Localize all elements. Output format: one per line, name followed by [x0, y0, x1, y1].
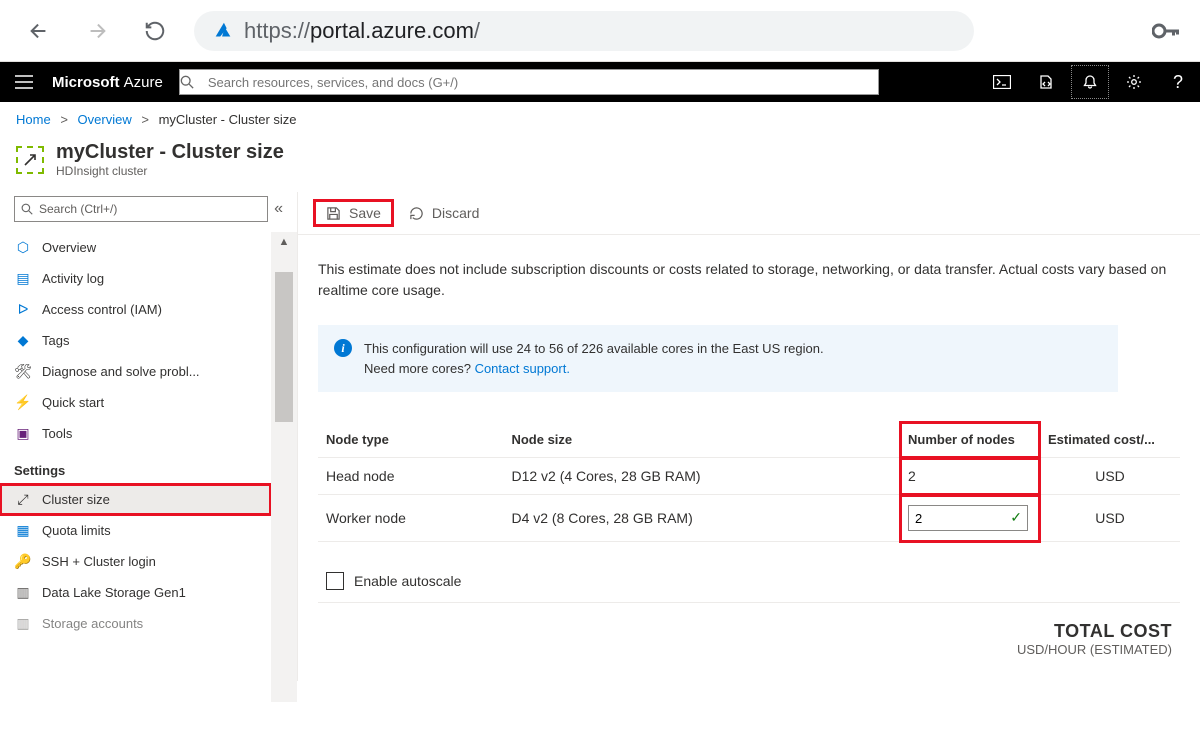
resource-icon — [16, 146, 44, 174]
page-subtitle: HDInsight cluster — [56, 164, 284, 178]
storage-icon: ▥ — [14, 584, 32, 601]
cost-description: This estimate does not include subscript… — [318, 259, 1180, 301]
info-line2-pre: Need more cores? — [364, 361, 475, 376]
save-button[interactable]: Save — [314, 200, 393, 226]
sidebar-item-cluster-size[interactable]: ⤢Cluster size — [0, 484, 271, 515]
menu-button[interactable] — [0, 75, 48, 89]
url-text: https://portal.azure.com/ — [244, 18, 480, 44]
col-number-of-nodes: Number of nodes — [900, 422, 1040, 458]
col-node-size: Node size — [503, 422, 900, 458]
azure-logo-icon — [212, 20, 234, 42]
crumb-current: myCluster - Cluster size — [159, 112, 297, 127]
quota-icon: ▦ — [14, 522, 32, 539]
forward-button[interactable] — [78, 12, 116, 50]
scale-icon: ⤢ — [14, 491, 32, 508]
contact-support-link[interactable]: Contact support. — [475, 361, 570, 376]
url-bar[interactable]: https://portal.azure.com/ — [194, 11, 974, 51]
search-icon — [180, 75, 208, 89]
page-header: myCluster - Cluster size HDInsight clust… — [0, 137, 1200, 192]
notifications-icon[interactable] — [1068, 62, 1112, 102]
sidebar-settings-header: Settings — [0, 449, 297, 484]
nodes-table: Node type Node size Number of nodes Esti… — [318, 422, 1180, 542]
sidebar-item-overview[interactable]: ⬡Overview — [0, 232, 271, 263]
top-actions: ? — [980, 62, 1200, 102]
page-title: myCluster - Cluster size — [56, 141, 284, 164]
tag-icon: ◆ — [14, 332, 32, 349]
sidebar-item-quick-start[interactable]: ⚡Quick start — [0, 387, 271, 418]
col-node-type: Node type — [318, 422, 503, 458]
tools-icon: ▣ — [14, 425, 32, 442]
sidebar-item-quota-limits[interactable]: ▦Quota limits — [0, 515, 271, 546]
sidebar-search-placeholder: Search (Ctrl+/) — [39, 202, 117, 216]
main-content: Save Discard This estimate does not incl… — [298, 192, 1200, 681]
crumb-home[interactable]: Home — [16, 112, 51, 127]
discard-button[interactable]: Discard — [397, 200, 491, 226]
total-cost: TOTAL COST USD/HOUR (ESTIMATED) — [318, 603, 1180, 657]
autoscale-label: Enable autoscale — [354, 573, 461, 589]
collapse-icon[interactable]: « — [274, 200, 283, 218]
directory-icon[interactable] — [1024, 62, 1068, 102]
save-icon — [326, 206, 341, 221]
reload-button[interactable] — [136, 12, 174, 50]
help-icon[interactable]: ? — [1156, 62, 1200, 102]
breadcrumb: Home > Overview > myCluster - Cluster si… — [0, 102, 1200, 137]
table-row-worker-node: Worker node D4 v2 (8 Cores, 28 GB RAM) ✓… — [318, 495, 1180, 542]
iam-icon: ᐅ — [14, 301, 32, 318]
info-line1: This configuration will use 24 to 56 of … — [364, 339, 824, 359]
sidebar-item-diagnose[interactable]: 🛠Diagnose and solve probl... — [0, 356, 271, 387]
azure-topbar: Microsoft Azure ? — [0, 62, 1200, 102]
sidebar-item-tools[interactable]: ▣Tools — [0, 418, 271, 449]
sidebar-item-activity-log[interactable]: ▤Activity log — [0, 263, 271, 294]
sidebar-item-tags[interactable]: ◆Tags — [0, 325, 271, 356]
key-icon[interactable] — [1152, 23, 1180, 39]
cloud-shell-icon[interactable] — [980, 62, 1024, 102]
info-box: i This configuration will use 24 to 56 o… — [318, 325, 1118, 392]
search-icon — [21, 203, 33, 215]
command-bar: Save Discard — [298, 192, 1200, 235]
sidebar-item-access-control[interactable]: ᐅAccess control (IAM) — [0, 294, 271, 325]
lightning-icon: ⚡ — [14, 394, 32, 411]
sidebar: Search (Ctrl+/) « ▲ ⬡Overview ▤Activity … — [0, 192, 298, 681]
table-row-head-node: Head node D12 v2 (4 Cores, 28 GB RAM) 2 … — [318, 458, 1180, 495]
sidebar-item-storage-accounts[interactable]: ▥Storage accounts — [0, 608, 271, 639]
global-search-input[interactable] — [208, 75, 878, 90]
back-button[interactable] — [20, 12, 58, 50]
sidebar-item-data-lake[interactable]: ▥Data Lake Storage Gen1 — [0, 577, 271, 608]
brand: Microsoft Azure — [48, 74, 179, 91]
global-search[interactable] — [179, 69, 879, 95]
autoscale-checkbox[interactable] — [326, 572, 344, 590]
discard-icon — [409, 206, 424, 221]
col-estimated-cost: Estimated cost/... — [1040, 422, 1180, 458]
sidebar-item-ssh[interactable]: 🔑SSH + Cluster login — [0, 546, 271, 577]
browser-toolbar: https://portal.azure.com/ — [0, 0, 1200, 62]
check-icon: ✓ — [1010, 509, 1022, 526]
log-icon: ▤ — [14, 270, 32, 287]
crumb-overview[interactable]: Overview — [78, 112, 132, 127]
storage-icon: ▥ — [14, 615, 32, 632]
sidebar-search[interactable]: Search (Ctrl+/) — [14, 196, 268, 222]
wrench-icon: 🛠 — [14, 363, 32, 380]
settings-icon[interactable] — [1112, 62, 1156, 102]
info-icon: i — [334, 339, 352, 357]
key-icon: 🔑 — [14, 553, 32, 570]
enable-autoscale-row[interactable]: Enable autoscale — [318, 560, 1180, 603]
overview-icon: ⬡ — [14, 239, 32, 256]
sidebar-scrollbar[interactable]: ▲ — [271, 232, 297, 702]
